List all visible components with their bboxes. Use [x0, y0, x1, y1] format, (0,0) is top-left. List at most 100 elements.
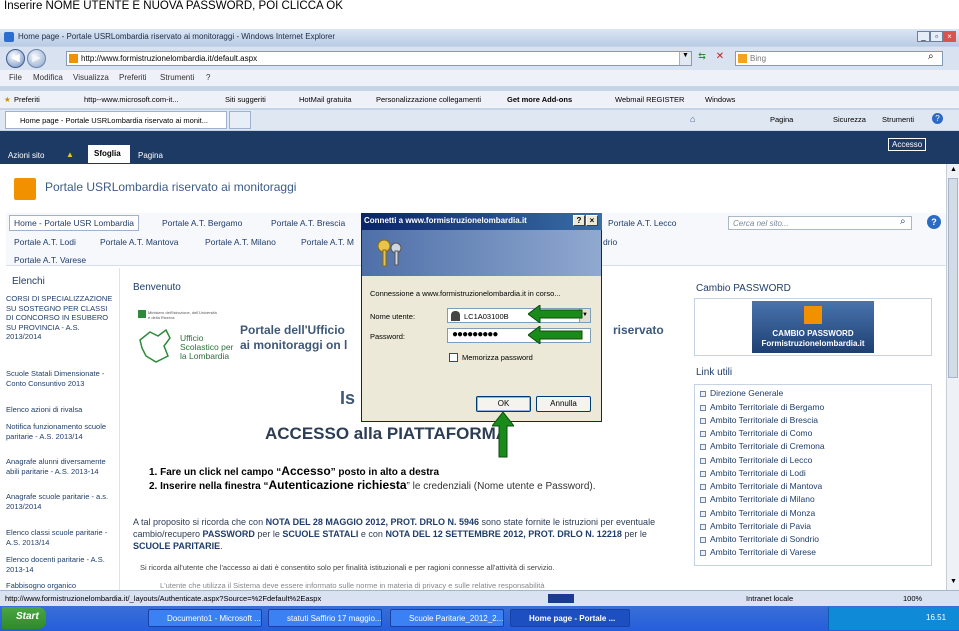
tab-pagina[interactable]: Pagina	[138, 151, 163, 160]
fav-preferiti[interactable]: Preferiti	[14, 95, 40, 104]
user-icon	[451, 311, 460, 321]
scroll-up-icon[interactable]: ▲	[950, 166, 957, 173]
menu-preferiti[interactable]: Preferiti	[119, 73, 147, 82]
scroll-thumb[interactable]	[948, 178, 958, 378]
taskbar-item-homepage[interactable]: Home page - Portale ...	[510, 609, 630, 627]
menu-visualizza[interactable]: Visualizza	[73, 73, 109, 82]
refresh-icon[interactable]: ⇆	[695, 51, 709, 66]
site-search-input[interactable]: Cerca nel sito...	[728, 216, 912, 230]
fav-microsoft[interactable]: http--www.microsoft.com-it...	[84, 95, 179, 104]
nav-monza[interactable]: Portale A.T. M	[301, 237, 354, 247]
address-dropdown-icon[interactable]: ▼	[679, 52, 691, 65]
portal-help-icon[interactable]: ?	[927, 215, 941, 229]
sidebar-item-notifica[interactable]: Notifica funzionamento scuole paritarie …	[6, 422, 114, 441]
azioni-sito[interactable]: Azioni sito	[8, 151, 44, 160]
sidebar-item-anagrafe-scuole[interactable]: Anagrafe scuole paritarie - a.s. 2013/20…	[6, 492, 114, 511]
para-password: PASSWORD	[202, 529, 255, 539]
privacy-note-2: L'utente che utilizza il Sistema deve es…	[160, 581, 545, 590]
menu-help[interactable]: ?	[206, 73, 210, 82]
close-button[interactable]: ×	[943, 31, 956, 42]
search-icon[interactable]: ⌕	[928, 51, 934, 62]
start-button[interactable]: Start	[2, 607, 46, 629]
stop-icon[interactable]: ✕	[713, 51, 727, 66]
dialog-help-button[interactable]: ?	[573, 215, 585, 226]
vertical-scrollbar[interactable]: ▲ ▼	[946, 164, 959, 590]
maximize-button[interactable]: ▫	[930, 31, 943, 42]
taskbar-item-documento[interactable]: Documento1 - Microsoft ...	[148, 609, 262, 627]
nav-mantova[interactable]: Portale A.T. Mantova	[100, 237, 178, 247]
link-lecco[interactable]: Ambito Territoriale di Lecco	[699, 455, 812, 465]
forward-icon[interactable]: ▶	[27, 49, 46, 68]
menu-modifica[interactable]: Modifica	[33, 73, 63, 82]
link-bergamo[interactable]: Ambito Territoriale di Bergamo	[699, 402, 824, 412]
site-search-icon[interactable]: ⌕	[900, 216, 906, 227]
fav-hotmail[interactable]: HotMail gratuita	[299, 95, 352, 104]
fav-addons[interactable]: Get more Add-ons	[507, 95, 572, 104]
link-pavia[interactable]: Ambito Territoriale di Pavia	[700, 521, 811, 531]
nav-milano[interactable]: Portale A.T. Milano	[205, 237, 276, 247]
link-varese[interactable]: Ambito Territoriale di Varese	[700, 547, 816, 557]
fav-webmail[interactable]: Webmail REGISTER	[615, 95, 684, 104]
back-icon[interactable]: ◀	[6, 49, 25, 68]
scroll-down-icon[interactable]: ▼	[950, 578, 957, 585]
step-1-pre: 1. Fare un click nel campo “	[149, 467, 282, 478]
link-sondrio[interactable]: Ambito Territoriale di Sondrio	[700, 534, 819, 544]
zoom-label[interactable]: 100%	[903, 594, 922, 603]
help-icon[interactable]: ?	[932, 113, 943, 124]
link-cremona[interactable]: Ambito Territoriale di Cremona	[700, 441, 825, 451]
navigate-up-icon[interactable]: ▲	[66, 150, 74, 159]
step-2: 2. Inserire nella finestra “Autenticazio…	[149, 478, 596, 492]
link-direzione[interactable]: Direzione Generale	[699, 388, 783, 398]
nav-lodi[interactable]: Portale A.T. Lodi	[14, 237, 76, 247]
link-lodi[interactable]: Ambito Territoriale di Lodi	[700, 468, 806, 478]
sidebar-item-anagrafe-alunni[interactable]: Anagrafe alunni diversamente abili parit…	[6, 457, 114, 476]
link-milano[interactable]: Ambito Territoriale di Milano	[700, 494, 815, 504]
remember-checkbox[interactable]	[449, 353, 458, 362]
search-box[interactable]: Bing	[735, 51, 943, 66]
portal-logo-icon	[14, 178, 36, 200]
cancel-button[interactable]: Annulla	[536, 396, 591, 412]
tab-home[interactable]: Home page - Portale USRLombardia riserva…	[5, 111, 227, 129]
sidebar-item-elenco-classi[interactable]: Elenco classi scuole paritarie - A.S. 20…	[6, 528, 114, 547]
para-text-3: per le	[254, 529, 283, 539]
cmd-sicurezza[interactable]: Sicurezza	[833, 115, 866, 124]
cmd-strumenti[interactable]: Strumenti	[882, 115, 914, 124]
tab-sfoglia[interactable]: Sfoglia	[88, 145, 130, 163]
minimize-button[interactable]: _	[917, 31, 930, 42]
nav-brescia[interactable]: Portale A.T. Brescia	[271, 218, 345, 228]
arrow-password-icon	[528, 326, 583, 344]
home-icon[interactable]: ⌂	[690, 114, 695, 124]
fav-windows[interactable]: Windows	[705, 95, 735, 104]
sidebar-item-corsi[interactable]: CORSI DI SPECIALIZZAZIONE SU SOSTEGNO PE…	[6, 294, 114, 342]
site-icon	[69, 54, 78, 63]
nav-bergamo[interactable]: Portale A.T. Bergamo	[162, 218, 242, 228]
menu-strumenti[interactable]: Strumenti	[160, 73, 194, 82]
sidebar-item-rivalsa[interactable]: Elenco azioni di rivalsa	[6, 405, 114, 415]
link-como[interactable]: Ambito Territoriale di Como	[699, 428, 812, 438]
portal-intro-line2: ai monitoraggi on l	[240, 338, 348, 352]
taskbar-item-scuole[interactable]: Scuole Paritarie_2012_2...	[390, 609, 504, 627]
ok-button[interactable]: OK	[476, 396, 531, 412]
taskbar-item-statuti[interactable]: statuti Saffirio 17 maggio...	[268, 609, 382, 627]
fav-personalizzazione[interactable]: Personalizzazione collegamenti	[376, 95, 481, 104]
dialog-close-button[interactable]: ×	[586, 215, 598, 226]
fav-siti-suggeriti[interactable]: Siti suggeriti	[225, 95, 266, 104]
nav-home[interactable]: Home - Portale USR Lombardia	[9, 215, 139, 231]
cmd-pagina[interactable]: Pagina	[770, 115, 793, 124]
sidebar-item-scuole-statali[interactable]: Scuole Statali Dimensionate - Conto Cons…	[6, 369, 114, 388]
privacy-note-1: Si ricorda all'utente che l'accesso ai d…	[140, 563, 555, 572]
window-title: Home page - Portale USRLombardia riserva…	[18, 32, 336, 41]
link-monza[interactable]: Ambito Territoriale di Monza	[699, 508, 815, 518]
para-text-4: e con	[358, 529, 386, 539]
nav-sondrio[interactable]: drio	[603, 237, 617, 247]
para-paritarie: SCUOLE PARITARIE	[133, 541, 221, 551]
address-bar[interactable]: http://www.formistruzionelombardia.it/de…	[66, 51, 692, 66]
nav-varese[interactable]: Portale A.T. Varese	[14, 255, 86, 265]
new-tab-button[interactable]	[229, 111, 251, 129]
accesso-link[interactable]: Accesso	[888, 138, 927, 151]
link-brescia[interactable]: Ambito Territoriale di Brescia	[699, 415, 818, 425]
link-mantova[interactable]: Ambito Territoriale di Mantova	[699, 481, 822, 491]
menu-file[interactable]: File	[9, 73, 22, 82]
sidebar-item-elenco-docenti[interactable]: Elenco docenti paritarie - A.S. 2013-14	[6, 555, 114, 574]
nav-lecco[interactable]: Portale A.T. Lecco	[608, 218, 677, 228]
